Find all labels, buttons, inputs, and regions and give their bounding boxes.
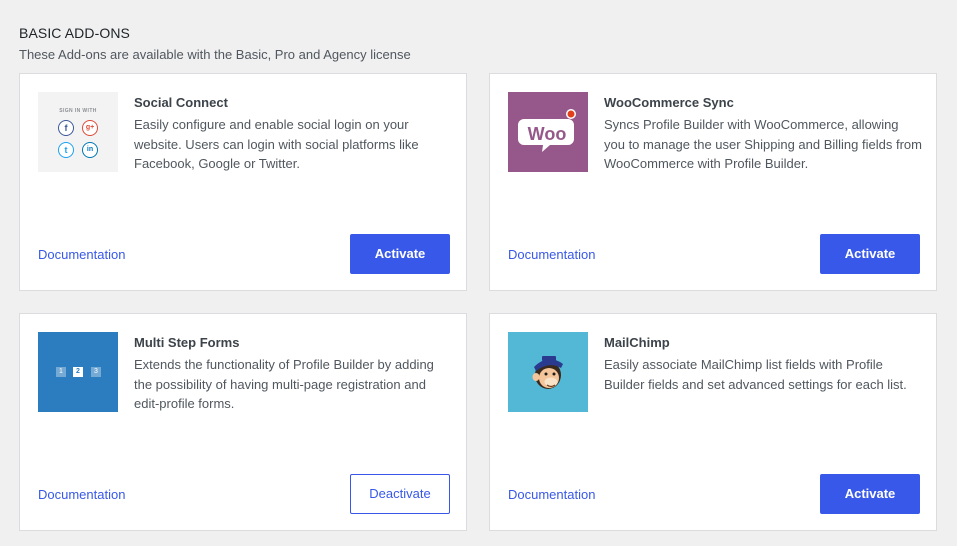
facebook-icon: f <box>58 120 74 136</box>
deactivate-button[interactable]: Deactivate <box>350 474 450 514</box>
linkedin-icon: in <box>82 142 98 158</box>
addon-description: Extends the functionality of Profile Bui… <box>134 357 434 411</box>
woocommerce-thumbnail: Woo <box>508 92 588 172</box>
svg-text:Woo: Woo <box>528 124 567 144</box>
addon-card-multi-step-forms: 1 2 3 Multi Step Forms Extends the funct… <box>19 313 467 531</box>
mailchimp-freddie-icon <box>532 356 563 389</box>
documentation-link[interactable]: Documentation <box>38 247 125 262</box>
documentation-link[interactable]: Documentation <box>38 487 125 502</box>
documentation-link[interactable]: Documentation <box>508 487 595 502</box>
addon-title: Multi Step Forms <box>134 335 240 350</box>
multi-step-forms-thumbnail: 1 2 3 <box>38 332 118 412</box>
addon-card-mailchimp: MailChimp Easily associate MailChimp lis… <box>489 313 937 531</box>
addon-title: Social Connect <box>134 95 228 110</box>
step-1-icon: 1 <box>56 367 66 377</box>
addon-title: WooCommerce Sync <box>604 95 734 110</box>
addon-card-social-connect: SIGN IN WITH f g+ t in Social Connect Ea… <box>19 73 467 291</box>
addon-description: Easily configure and enable social login… <box>134 117 419 171</box>
social-connect-thumbnail: SIGN IN WITH f g+ t in <box>38 92 118 172</box>
google-plus-icon: g+ <box>82 120 98 136</box>
section-subtitle: These Add-ons are available with the Bas… <box>19 47 411 62</box>
activate-button[interactable]: Activate <box>820 474 920 514</box>
mailchimp-thumbnail <box>508 332 588 412</box>
step-2-icon: 2 <box>73 367 83 377</box>
documentation-link[interactable]: Documentation <box>508 247 595 262</box>
twitter-icon: t <box>58 142 74 158</box>
addon-title: MailChimp <box>604 335 670 350</box>
addon-description: Easily associate MailChimp list fields w… <box>604 357 907 392</box>
social-thumb-label: SIGN IN WITH <box>59 108 97 114</box>
addon-card-woocommerce-sync: Woo WooCommerce Sync Syncs Profile Build… <box>489 73 937 291</box>
addon-description: Syncs Profile Builder with WooCommerce, … <box>604 117 922 171</box>
woocommerce-logo-icon: Woo <box>518 109 576 152</box>
activate-button[interactable]: Activate <box>820 234 920 274</box>
activate-button[interactable]: Activate <box>350 234 450 274</box>
step-3-icon: 3 <box>91 367 101 377</box>
section-title: BASIC ADD-ONS <box>19 25 130 41</box>
